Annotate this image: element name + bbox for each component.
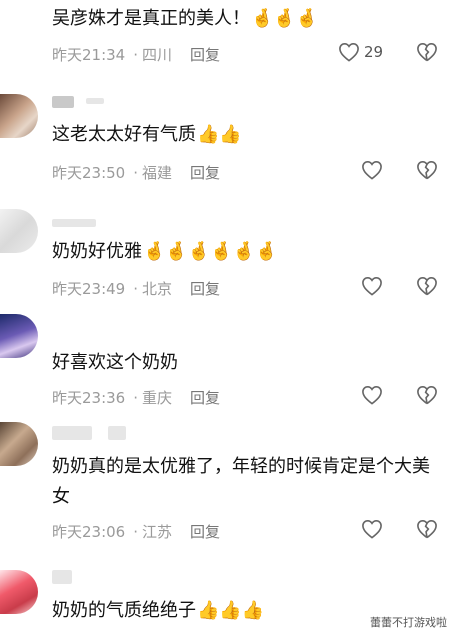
like-button[interactable] [361, 519, 383, 539]
username[interactable] [52, 96, 74, 108]
comment-location: 江苏 [142, 523, 173, 541]
like-button[interactable]: 29 [338, 42, 383, 62]
heart-icon [338, 42, 360, 62]
comment-time: 昨天23:50 [52, 164, 126, 182]
like-button[interactable] [361, 385, 383, 405]
avatar[interactable] [0, 94, 38, 138]
comment-body: 好喜欢这个奶奶 [52, 352, 178, 373]
comment-meta: 昨天23:06 · 江苏 回复 [52, 521, 220, 542]
dislike-button[interactable] [416, 519, 438, 539]
username[interactable] [52, 426, 92, 440]
comment-text: 这老太太好有气质👍👍 [52, 120, 439, 150]
comment-time: 昨天21:34 [52, 46, 126, 64]
avatar[interactable] [0, 570, 38, 614]
emoji: 👍👍 [197, 124, 242, 145]
avatar[interactable] [0, 209, 38, 253]
comment-time: 昨天23:49 [52, 280, 126, 298]
comment-time: 昨天23:36 [52, 389, 126, 407]
reply-button[interactable]: 回复 [190, 521, 220, 542]
separator: · [133, 522, 139, 541]
username[interactable] [52, 570, 72, 584]
comment-text: 吴彦姝才是真正的美人！🤞🤞🤞 [52, 4, 439, 34]
comment-body: 吴彦姝才是真正的美人！ [52, 8, 250, 29]
emoji: 🤞🤞🤞 [251, 8, 319, 29]
broken-heart-icon [416, 42, 438, 62]
comment-location: 北京 [142, 280, 173, 298]
dislike-button[interactable] [416, 276, 438, 296]
separator: · [133, 163, 139, 182]
separator: · [133, 279, 139, 298]
comment-location: 四川 [142, 46, 173, 64]
reply-button[interactable]: 回复 [190, 162, 220, 183]
separator: · [133, 388, 139, 407]
separator: · [133, 45, 139, 64]
watermark-text: 蕾蕾不打游戏啦 [370, 616, 447, 629]
comment-location: 重庆 [142, 389, 173, 407]
comment-meta: 昨天23:50 · 福建 回复 [52, 162, 220, 183]
comment-item: 奶奶好优雅🤞🤞🤞🤞🤞🤞 昨天23:49 · 北京 回复 [0, 205, 459, 310]
comment-location: 福建 [142, 164, 173, 182]
broken-heart-icon [416, 160, 438, 180]
username-suffix [86, 98, 104, 104]
comment-time: 昨天23:06 [52, 523, 126, 541]
avatar[interactable] [0, 314, 38, 358]
comment-item: 吴彦姝才是真正的美人！🤞🤞🤞 昨天21:34 · 四川 回复 29 [0, 0, 459, 78]
comment-item: 好喜欢这个奶奶 昨天23:36 · 重庆 回复 [0, 312, 459, 416]
comment-body: 奶奶的气质绝绝子 [52, 600, 196, 621]
dislike-button[interactable] [416, 385, 438, 405]
heart-icon [361, 276, 383, 296]
comment-body: 这老太太好有气质 [52, 124, 196, 145]
username-suffix [108, 426, 126, 440]
comment-text: 奶奶真的是太优雅了，年轻的时候肯定是个大美女 [52, 452, 439, 512]
dislike-button[interactable] [416, 42, 438, 62]
comment-meta: 昨天23:36 · 重庆 回复 [52, 387, 220, 408]
emoji: 🤞🤞🤞🤞🤞🤞 [143, 241, 278, 262]
broken-heart-icon [416, 276, 438, 296]
broken-heart-icon [416, 385, 438, 405]
like-button[interactable] [361, 160, 383, 180]
comment-text: 好喜欢这个奶奶 [52, 348, 439, 378]
username[interactable] [52, 219, 96, 227]
comment-item: 奶奶真的是太优雅了，年轻的时候肯定是个大美女 昨天23:06 · 江苏 回复 [0, 420, 459, 560]
comment-body: 奶奶好优雅 [52, 241, 142, 262]
broken-heart-icon [416, 519, 438, 539]
comment-item: 这老太太好有气质👍👍 昨天23:50 · 福建 回复 [0, 88, 459, 196]
like-count: 29 [364, 43, 384, 61]
heart-icon [361, 519, 383, 539]
heart-icon [361, 385, 383, 405]
emoji: 👍👍👍 [197, 600, 265, 621]
comment-meta: 昨天23:49 · 北京 回复 [52, 278, 220, 299]
watermark: 蕾蕾不打游戏啦 [366, 612, 451, 632]
reply-button[interactable]: 回复 [190, 278, 220, 299]
like-button[interactable] [361, 276, 383, 296]
heart-icon [361, 160, 383, 180]
reply-button[interactable]: 回复 [190, 387, 220, 408]
dislike-button[interactable] [416, 160, 438, 180]
avatar[interactable] [0, 422, 38, 466]
comment-meta: 昨天21:34 · 四川 回复 [52, 44, 220, 65]
comment-body: 奶奶真的是太优雅了，年轻的时候肯定是个大美女 [52, 456, 430, 507]
comment-text: 奶奶好优雅🤞🤞🤞🤞🤞🤞 [52, 237, 439, 267]
reply-button[interactable]: 回复 [190, 44, 220, 65]
